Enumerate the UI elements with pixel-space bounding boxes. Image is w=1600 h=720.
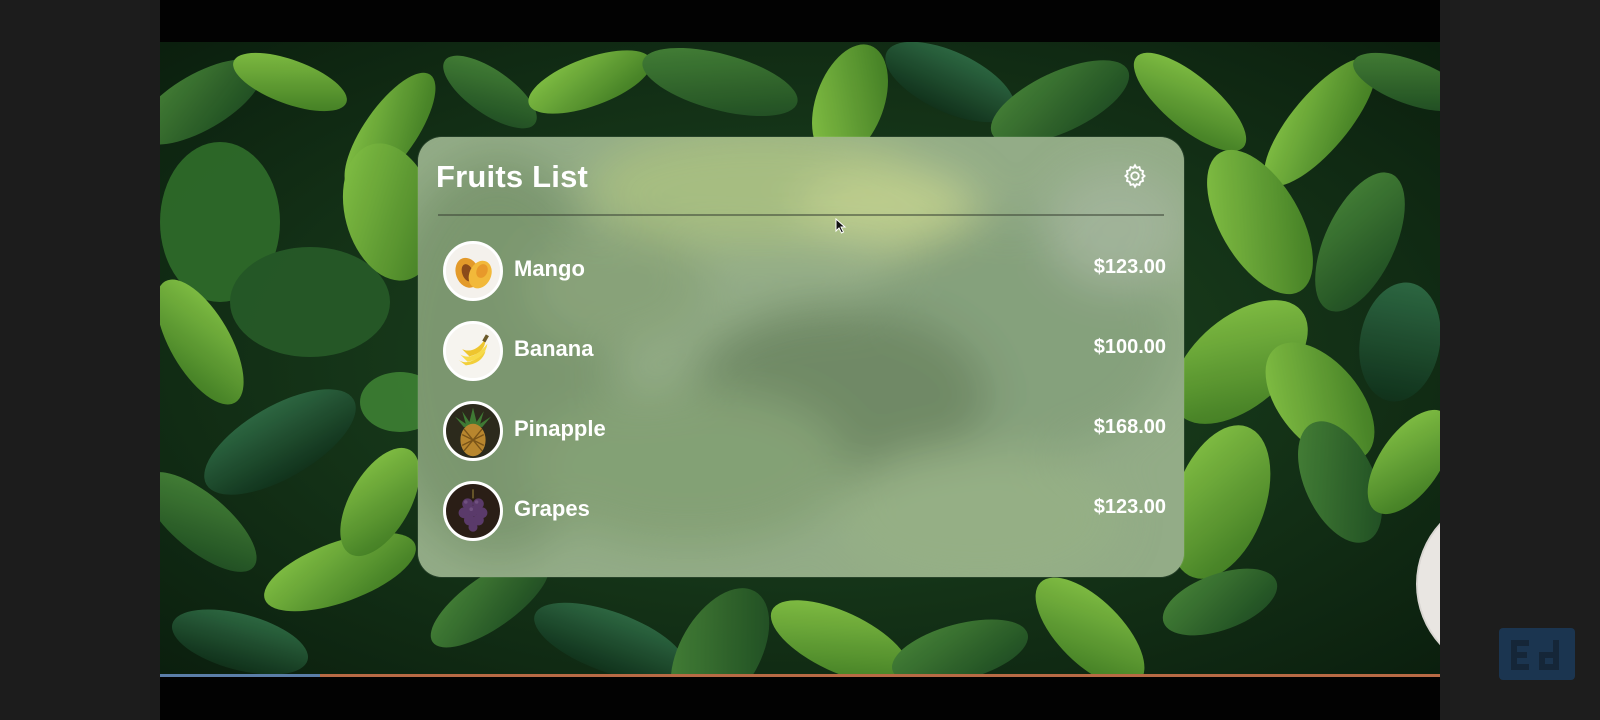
pineapple-image bbox=[443, 401, 503, 461]
fruit-name: Grapes bbox=[514, 496, 590, 521]
fruit-name: Banana bbox=[514, 336, 594, 361]
left-pillarbox bbox=[0, 0, 160, 720]
fruit-name: Pinapple bbox=[514, 416, 606, 441]
right-pillarbox bbox=[1440, 0, 1600, 720]
fruit-name: Mango bbox=[514, 256, 585, 281]
fruit-row-pinapple[interactable]: Pinapple $168.00 bbox=[418, 401, 1184, 481]
banana-image bbox=[443, 321, 503, 381]
video-progress-bar[interactable] bbox=[160, 674, 1440, 677]
fruit-row-grapes[interactable]: Grapes $123.00 bbox=[418, 481, 1184, 561]
fruit-row-banana[interactable]: Banana $100.00 bbox=[418, 321, 1184, 401]
grapes-image bbox=[443, 481, 503, 541]
fruit-price: $100.00 bbox=[1093, 336, 1166, 358]
fruits-list-card: Fruits List Mango $123.00 Banana $100.00… bbox=[418, 137, 1184, 577]
fruit-price: $168.00 bbox=[1093, 416, 1166, 438]
video-frame: Fruits List Mango $123.00 Banana $100.00… bbox=[160, 0, 1440, 720]
fruit-list: Mango $123.00 Banana $100.00 Pinapple $1… bbox=[418, 241, 1184, 561]
channel-logo-icon bbox=[1499, 628, 1575, 680]
card-title: Fruits List bbox=[436, 159, 589, 194]
mango-image bbox=[443, 241, 503, 301]
mouse-cursor bbox=[835, 218, 847, 234]
fruit-price: $123.00 bbox=[1093, 256, 1166, 278]
video-progress-played bbox=[160, 674, 320, 677]
fruit-row-mango[interactable]: Mango $123.00 bbox=[418, 241, 1184, 321]
fruit-price: $123.00 bbox=[1093, 496, 1166, 518]
header-divider bbox=[438, 214, 1164, 216]
gear-icon[interactable] bbox=[1121, 162, 1149, 190]
